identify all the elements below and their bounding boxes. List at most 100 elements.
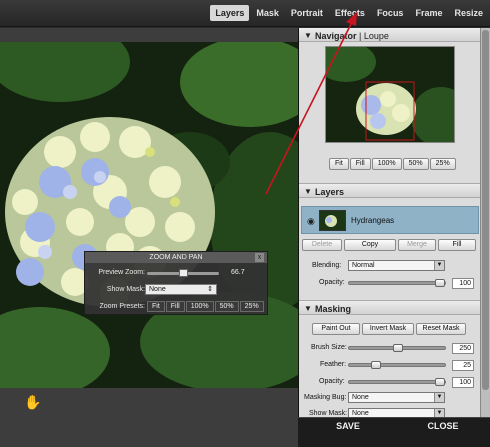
layer-opacity-label: Opacity: bbox=[319, 279, 345, 286]
feather-slider[interactable] bbox=[348, 361, 446, 369]
save-button[interactable]: SAVE bbox=[308, 418, 388, 434]
blending-value: Normal bbox=[352, 262, 375, 269]
nav-50-button[interactable]: 50% bbox=[402, 158, 429, 170]
navigator-separator: | bbox=[359, 31, 362, 41]
feather-slider-thumb[interactable] bbox=[371, 361, 381, 369]
updown-arrows-icon: ⇕ bbox=[207, 286, 213, 293]
brush-size-value[interactable]: 250 bbox=[452, 343, 474, 354]
image-canvas-area: ✋ bbox=[0, 28, 298, 447]
layer-thumbnail bbox=[319, 210, 346, 231]
delete-layer-button[interactable]: Delete bbox=[302, 239, 342, 251]
mask-opacity-value[interactable]: 100 bbox=[452, 377, 474, 388]
show-mask-value: None bbox=[149, 286, 166, 293]
nav-25-button[interactable]: 25% bbox=[429, 158, 456, 170]
masking-bug-label: Masking Bug: bbox=[304, 394, 347, 401]
collapse-triangle-icon[interactable]: ▼ bbox=[304, 187, 312, 196]
masking-header[interactable]: ▼ Masking bbox=[299, 300, 480, 315]
mask-opacity-slider[interactable] bbox=[348, 378, 446, 386]
close-button[interactable]: CLOSE bbox=[398, 418, 488, 434]
invert-mask-button[interactable]: Invert Mask bbox=[362, 323, 414, 335]
photo-preview[interactable] bbox=[0, 42, 298, 388]
tab-effects[interactable]: Effects bbox=[330, 5, 370, 21]
blending-select[interactable]: Normal ▼ bbox=[348, 260, 445, 271]
panel-scrollbar-thumb[interactable] bbox=[482, 30, 489, 390]
preview-zoom-label: Preview Zoom: bbox=[98, 269, 145, 276]
show-mask-row: Show Mask: None ⇕ bbox=[85, 284, 269, 297]
copy-layer-button[interactable]: Copy bbox=[344, 239, 396, 251]
bottom-bar: SAVE CLOSE bbox=[298, 417, 490, 447]
brush-size-slider[interactable] bbox=[348, 344, 446, 352]
tab-resize[interactable]: Resize bbox=[449, 5, 488, 21]
mask-show-mask-value: None bbox=[352, 410, 369, 417]
preview-zoom-value: 66.7 bbox=[231, 269, 245, 276]
layer-opacity-value[interactable]: 100 bbox=[452, 278, 474, 289]
masking-bug-select[interactable]: None ▼ bbox=[348, 392, 445, 403]
preview-zoom-slider-thumb[interactable] bbox=[179, 269, 188, 277]
navigator-preview-image bbox=[326, 47, 454, 142]
layer-opacity-slider[interactable] bbox=[348, 279, 446, 287]
layer-actions: Delete Copy Merge Fill bbox=[302, 239, 476, 251]
layer-opacity-slider-thumb[interactable] bbox=[435, 279, 445, 287]
module-tabs: Layers Mask Portrait Effects Focus Frame… bbox=[210, 5, 488, 21]
navigator-zoom-buttons: Fit Fill 100% 50% 25% bbox=[329, 158, 456, 170]
preview-zoom-row: Preview Zoom: 66.7 bbox=[85, 267, 269, 280]
mask-show-mask-label: Show Mask: bbox=[309, 410, 348, 417]
panel-scrollbar[interactable] bbox=[480, 28, 490, 417]
tab-frame[interactable]: Frame bbox=[410, 5, 447, 21]
zoom-preset-fill-button[interactable]: Fill bbox=[165, 301, 185, 312]
loupe-label[interactable]: Loupe bbox=[364, 31, 389, 41]
dropdown-arrow-icon: ▼ bbox=[434, 261, 444, 270]
masking-title: Masking bbox=[315, 304, 352, 314]
tab-mask[interactable]: Mask bbox=[251, 5, 284, 21]
navigator-title: Navigator | Loupe bbox=[315, 31, 389, 41]
feather-value[interactable]: 25 bbox=[452, 360, 474, 371]
zoom-preset-50-button[interactable]: 50% bbox=[214, 301, 239, 312]
tab-focus[interactable]: Focus bbox=[372, 5, 409, 21]
top-toolbar: Layers Mask Portrait Effects Focus Frame… bbox=[0, 0, 490, 27]
navigator-label[interactable]: Navigator bbox=[315, 31, 357, 41]
show-mask-select[interactable]: None ⇕ bbox=[145, 284, 217, 295]
hydrangea-photo bbox=[0, 42, 298, 388]
navigator-thumbnail[interactable] bbox=[325, 46, 455, 143]
tab-portrait[interactable]: Portrait bbox=[286, 5, 328, 21]
zoom-preset-100-button[interactable]: 100% bbox=[185, 301, 214, 312]
blending-label: Blending: bbox=[312, 262, 342, 269]
merge-layer-button[interactable]: Merge bbox=[398, 239, 436, 251]
eye-icon[interactable]: ◉ bbox=[307, 216, 315, 227]
tab-layers[interactable]: Layers bbox=[210, 5, 250, 21]
close-icon[interactable]: x bbox=[255, 253, 264, 262]
layer-name: Hydrangeas bbox=[351, 216, 395, 225]
reset-mask-button[interactable]: Reset Mask bbox=[416, 323, 466, 335]
zoom-and-pan-title: ZOOM AND PAN x bbox=[85, 252, 267, 263]
layer-thumbnail-image bbox=[320, 211, 345, 230]
layers-title: Layers bbox=[315, 187, 345, 197]
nav-fit-button[interactable]: Fit bbox=[329, 158, 349, 170]
navigator-header[interactable]: ▼ Navigator | Loupe bbox=[299, 28, 480, 42]
zoom-presets-buttons: Fit Fill 100% 50% 25% bbox=[147, 301, 264, 312]
collapse-triangle-icon[interactable]: ▼ bbox=[304, 304, 312, 313]
fill-layer-button[interactable]: Fill bbox=[438, 239, 476, 251]
nav-fill-button[interactable]: Fill bbox=[349, 158, 371, 170]
brush-size-label: Brush Size: bbox=[311, 344, 347, 351]
zoom-preset-25-button[interactable]: 25% bbox=[239, 301, 264, 312]
mask-opacity-label: Opacity: bbox=[319, 378, 345, 385]
preview-zoom-slider[interactable] bbox=[147, 269, 219, 277]
collapse-triangle-icon[interactable]: ▼ bbox=[304, 31, 312, 40]
brush-size-slider-thumb[interactable] bbox=[393, 344, 403, 352]
zoom-and-pan-title-text: ZOOM AND PAN bbox=[149, 254, 203, 261]
paint-out-button[interactable]: Paint Out bbox=[312, 323, 360, 335]
mask-opacity-slider-thumb[interactable] bbox=[435, 378, 445, 386]
nav-100-button[interactable]: 100% bbox=[371, 158, 402, 170]
zoom-presets-row: Zoom Presets: Fit Fill 100% 50% 25% bbox=[85, 301, 269, 314]
zoom-presets-label: Zoom Presets: bbox=[99, 303, 145, 310]
dropdown-arrow-icon: ▼ bbox=[434, 409, 444, 417]
masking-actions: Paint Out Invert Mask Reset Mask bbox=[312, 323, 466, 335]
hand-tool-icon[interactable]: ✋ bbox=[24, 394, 41, 411]
layer-item-hydrangeas[interactable]: ◉ Hydrangeas bbox=[301, 206, 479, 234]
zoom-and-pan-panel: ZOOM AND PAN x Preview Zoom: 66.7 Show M… bbox=[84, 251, 268, 315]
right-panel: ▼ Navigator | Loupe Fit Fill 100% 50% 25… bbox=[298, 28, 480, 417]
show-mask-label: Show Mask: bbox=[106, 286, 145, 293]
layers-header[interactable]: ▼ Layers bbox=[299, 183, 480, 198]
mask-show-mask-select[interactable]: None ▼ bbox=[348, 408, 445, 417]
zoom-preset-fit-button[interactable]: Fit bbox=[147, 301, 165, 312]
